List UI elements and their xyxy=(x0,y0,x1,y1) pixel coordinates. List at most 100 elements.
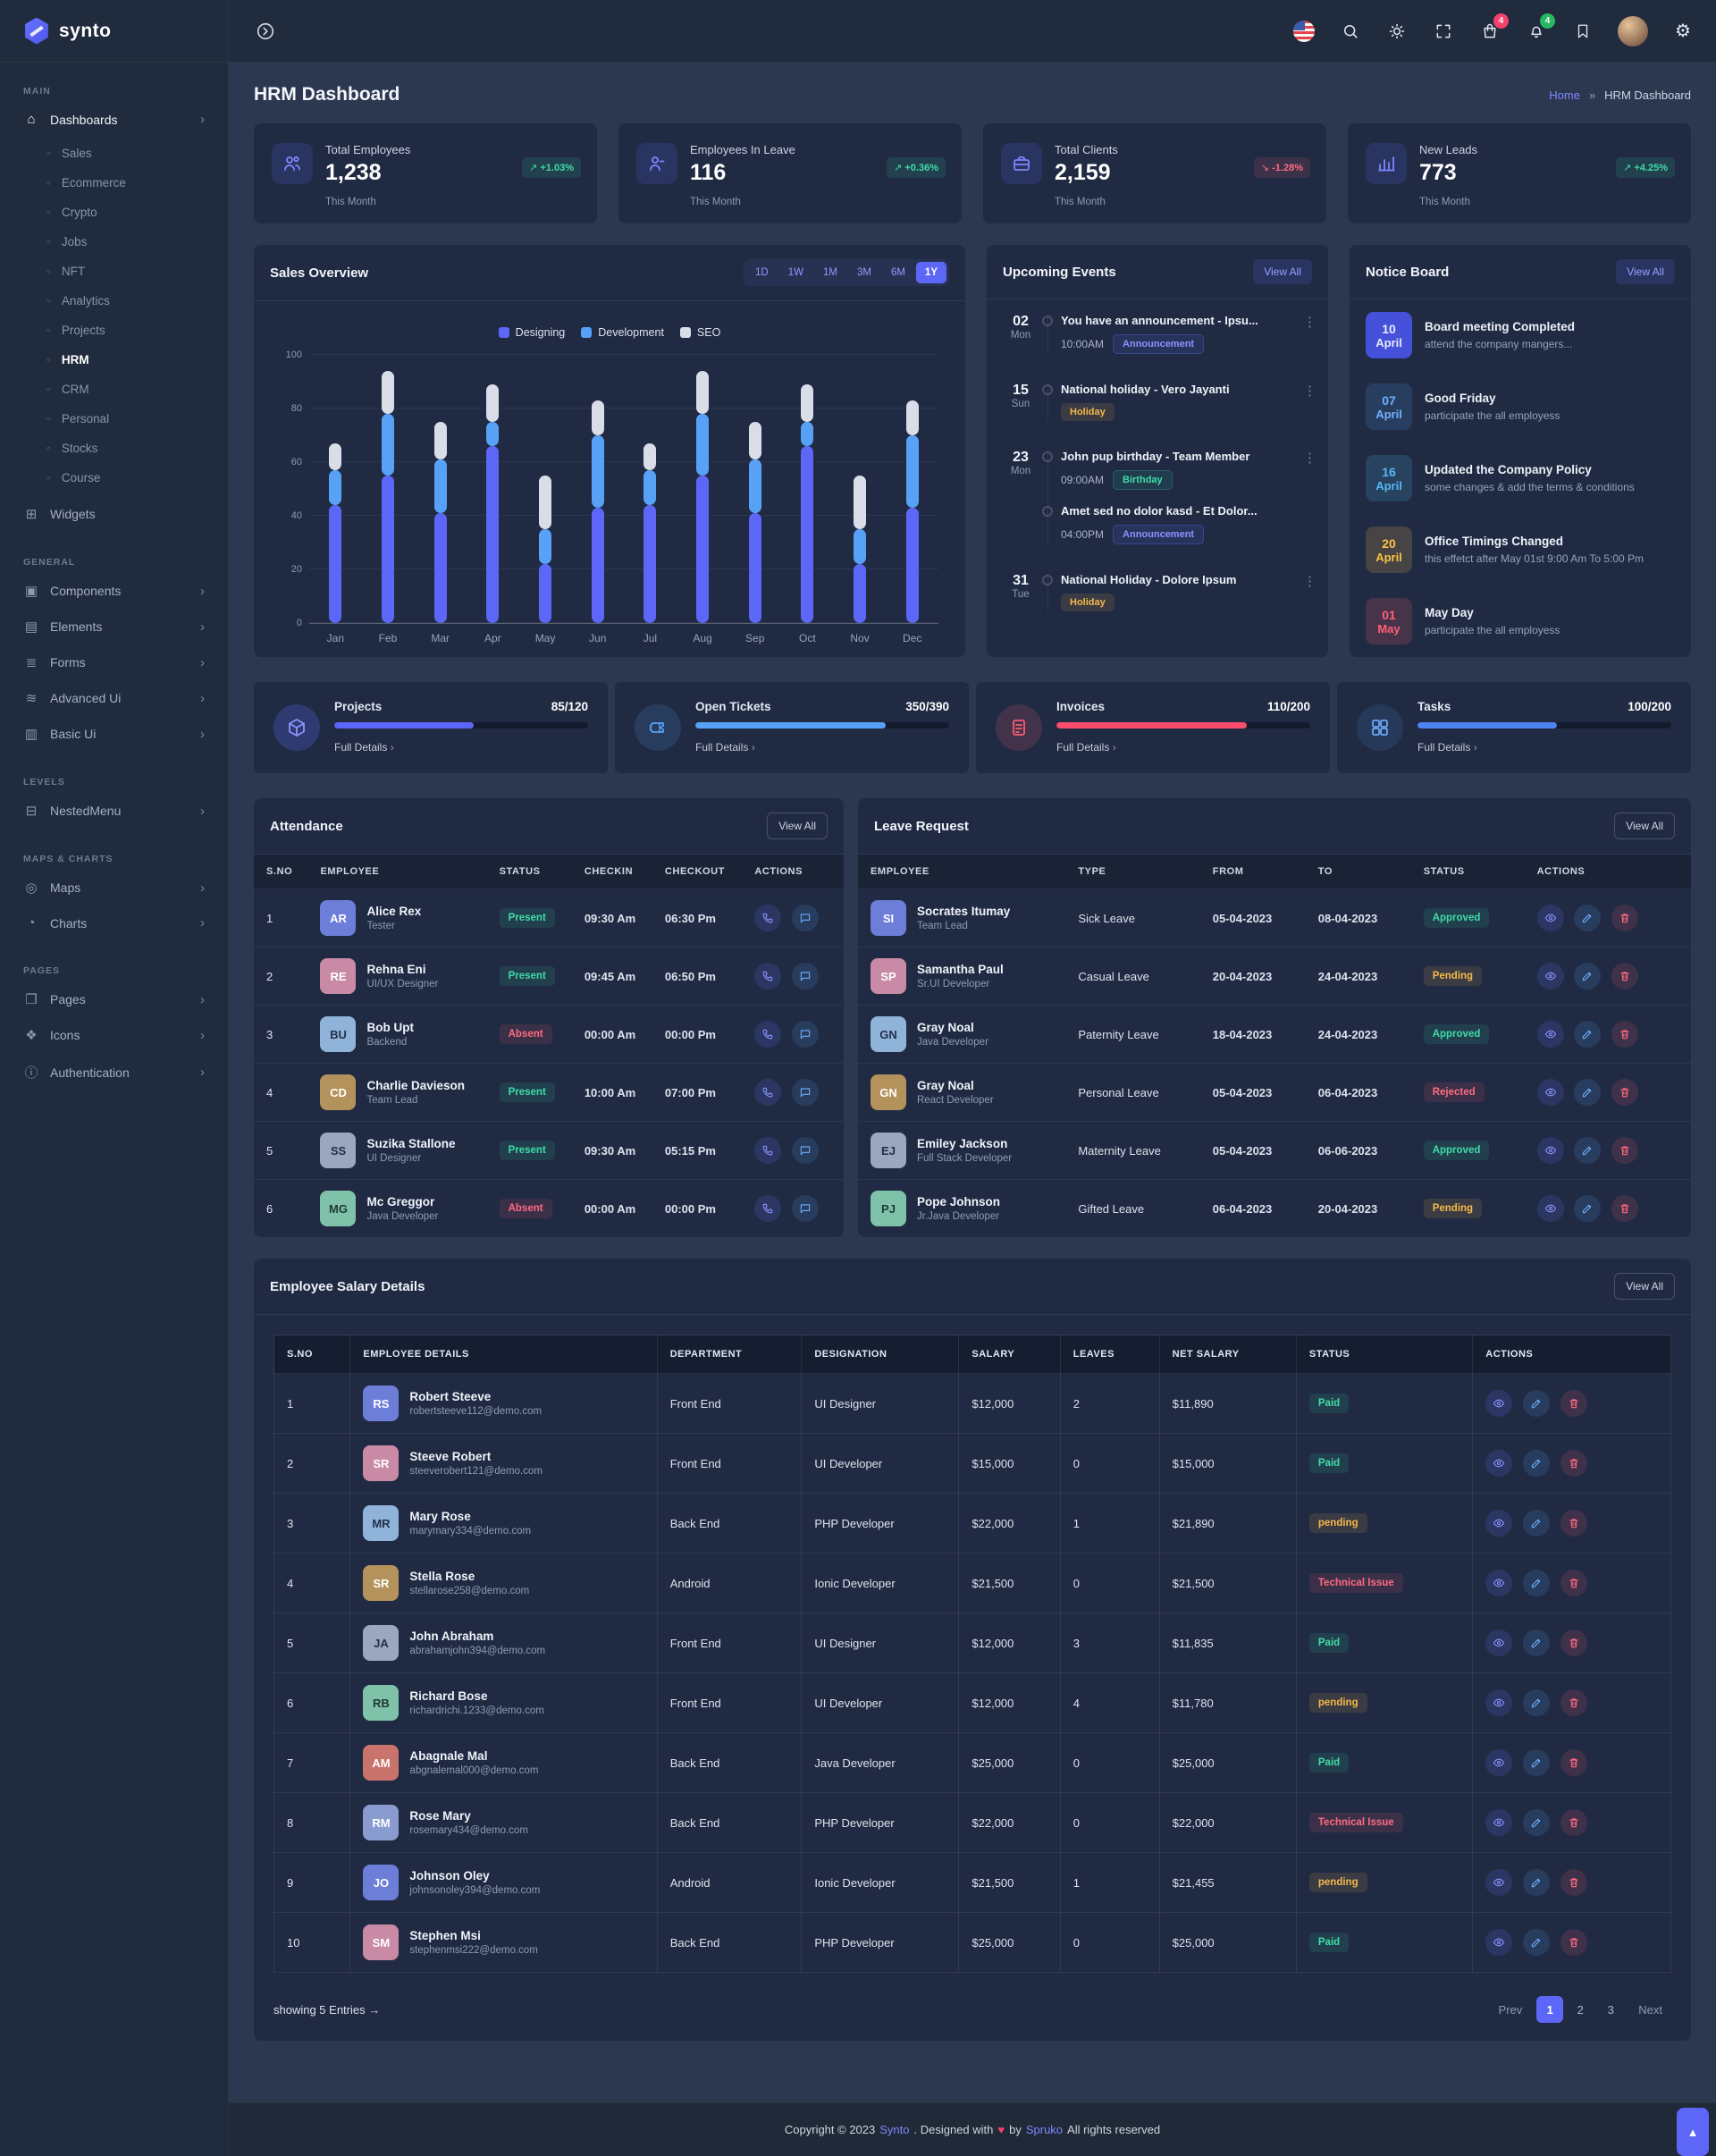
sidebar-subitem[interactable]: CRM xyxy=(0,375,228,404)
sidebar-item[interactable]: Elements › xyxy=(0,609,228,644)
event-radio-icon[interactable] xyxy=(1042,506,1053,517)
view-button[interactable] xyxy=(1485,1570,1512,1596)
edit-button[interactable] xyxy=(1523,1630,1550,1656)
view-button[interactable] xyxy=(1485,1749,1512,1776)
edit-button[interactable] xyxy=(1523,1869,1550,1896)
sidebar-toggle-icon[interactable] xyxy=(250,16,281,46)
delete-button[interactable] xyxy=(1611,1021,1638,1048)
edit-button[interactable] xyxy=(1523,1390,1550,1417)
call-button[interactable] xyxy=(754,1021,781,1048)
sidebar-item[interactable]: Components › xyxy=(0,573,228,609)
cart-icon[interactable]: 4 xyxy=(1478,20,1502,43)
edit-button[interactable] xyxy=(1523,1809,1550,1836)
sidebar-item[interactable]: Pages › xyxy=(0,981,228,1017)
kebab-menu-icon[interactable]: ⋮ xyxy=(1303,573,1316,611)
bookmark-icon[interactable] xyxy=(1571,20,1594,43)
salary-view-all-button[interactable]: View All xyxy=(1614,1273,1675,1300)
delete-button[interactable] xyxy=(1611,1137,1638,1164)
kebab-menu-icon[interactable]: ⋮ xyxy=(1303,450,1316,544)
sidebar-item[interactable]: Forms › xyxy=(0,644,228,680)
language-flag-icon[interactable] xyxy=(1292,20,1316,43)
view-button[interactable] xyxy=(1537,1137,1564,1164)
sidebar-item[interactable]: Dashboards › xyxy=(0,102,228,137)
sidebar-item[interactable]: Widgets xyxy=(0,496,228,532)
edit-button[interactable] xyxy=(1523,1749,1550,1776)
events-view-all-button[interactable]: View All xyxy=(1253,259,1312,284)
pagination-page[interactable]: 2 xyxy=(1567,1996,1594,2023)
range-button[interactable]: 1Y xyxy=(916,262,946,283)
range-button[interactable]: 3M xyxy=(848,262,880,283)
notice-view-all-button[interactable]: View All xyxy=(1616,259,1675,284)
chat-button[interactable] xyxy=(792,905,819,931)
sidebar-subitem[interactable]: Analytics xyxy=(0,286,228,316)
delete-button[interactable] xyxy=(1560,1929,1587,1956)
sidebar-subitem[interactable]: NFT xyxy=(0,257,228,286)
sidebar-item[interactable]: Maps › xyxy=(0,870,228,905)
event-radio-icon[interactable] xyxy=(1042,575,1053,585)
range-button[interactable]: 1D xyxy=(746,262,778,283)
call-button[interactable] xyxy=(754,905,781,931)
delete-button[interactable] xyxy=(1611,963,1638,990)
edit-button[interactable] xyxy=(1523,1689,1550,1716)
view-button[interactable] xyxy=(1485,1390,1512,1417)
settings-gear-icon[interactable]: ⚙ xyxy=(1671,20,1695,43)
chat-button[interactable] xyxy=(792,1137,819,1164)
sidebar-item[interactable]: Basic Ui › xyxy=(0,716,228,752)
view-button[interactable] xyxy=(1537,1195,1564,1222)
view-button[interactable] xyxy=(1537,1021,1564,1048)
delete-button[interactable] xyxy=(1560,1809,1587,1836)
chat-button[interactable] xyxy=(792,963,819,990)
sidebar-item[interactable]: Icons › xyxy=(0,1017,228,1053)
sidebar-item[interactable]: Advanced Ui › xyxy=(0,680,228,716)
user-avatar[interactable] xyxy=(1618,16,1648,46)
delete-button[interactable] xyxy=(1560,1869,1587,1896)
view-button[interactable] xyxy=(1485,1689,1512,1716)
sidebar-item[interactable]: NestedMenu › xyxy=(0,793,228,829)
view-button[interactable] xyxy=(1485,1929,1512,1956)
kebab-menu-icon[interactable]: ⋮ xyxy=(1303,314,1316,354)
delete-button[interactable] xyxy=(1560,1689,1587,1716)
event-radio-icon[interactable] xyxy=(1042,316,1053,326)
sidebar-subitem[interactable]: Crypto xyxy=(0,198,228,227)
delete-button[interactable] xyxy=(1611,1195,1638,1222)
sidebar-subitem[interactable]: Projects xyxy=(0,316,228,345)
attendance-view-all-button[interactable]: View All xyxy=(767,813,828,839)
edit-button[interactable] xyxy=(1574,1195,1601,1222)
edit-button[interactable] xyxy=(1523,1929,1550,1956)
sidebar-subitem[interactable]: Stocks xyxy=(0,434,228,463)
full-details-link[interactable]: Full Details xyxy=(334,741,394,754)
notifications-bell-icon[interactable]: 4 xyxy=(1525,20,1548,43)
full-details-link[interactable]: Full Details xyxy=(695,741,755,754)
delete-button[interactable] xyxy=(1560,1570,1587,1596)
pagination-page[interactable]: 1 xyxy=(1536,1996,1563,2023)
sidebar-item[interactable]: Authentication › xyxy=(0,1053,228,1091)
footer-brand-link[interactable]: Synto xyxy=(879,2123,909,2136)
delete-button[interactable] xyxy=(1560,1390,1587,1417)
delete-button[interactable] xyxy=(1560,1749,1587,1776)
call-button[interactable] xyxy=(754,963,781,990)
sidebar-subitem[interactable]: Personal xyxy=(0,404,228,434)
sidebar-subitem[interactable]: Course xyxy=(0,463,228,493)
view-button[interactable] xyxy=(1537,1079,1564,1106)
event-radio-icon[interactable] xyxy=(1042,384,1053,395)
view-button[interactable] xyxy=(1485,1510,1512,1537)
edit-button[interactable] xyxy=(1574,905,1601,931)
range-button[interactable]: 1W xyxy=(779,262,812,283)
view-button[interactable] xyxy=(1485,1869,1512,1896)
edit-button[interactable] xyxy=(1574,1079,1601,1106)
sidebar-subitem[interactable]: HRM xyxy=(0,345,228,375)
call-button[interactable] xyxy=(754,1195,781,1222)
edit-button[interactable] xyxy=(1574,1021,1601,1048)
delete-button[interactable] xyxy=(1611,1079,1638,1106)
pagination-page[interactable]: 3 xyxy=(1597,1996,1624,2023)
footer-company-link[interactable]: Spruko xyxy=(1026,2123,1063,2136)
range-button[interactable]: 1M xyxy=(814,262,846,283)
delete-button[interactable] xyxy=(1560,1630,1587,1656)
call-button[interactable] xyxy=(754,1079,781,1106)
call-button[interactable] xyxy=(754,1137,781,1164)
sidebar-subitem[interactable]: Jobs xyxy=(0,227,228,257)
chat-button[interactable] xyxy=(792,1195,819,1222)
leave-view-all-button[interactable]: View All xyxy=(1614,813,1675,839)
full-details-link[interactable]: Full Details xyxy=(1056,741,1116,754)
sidebar-subitem[interactable]: Sales xyxy=(0,139,228,168)
